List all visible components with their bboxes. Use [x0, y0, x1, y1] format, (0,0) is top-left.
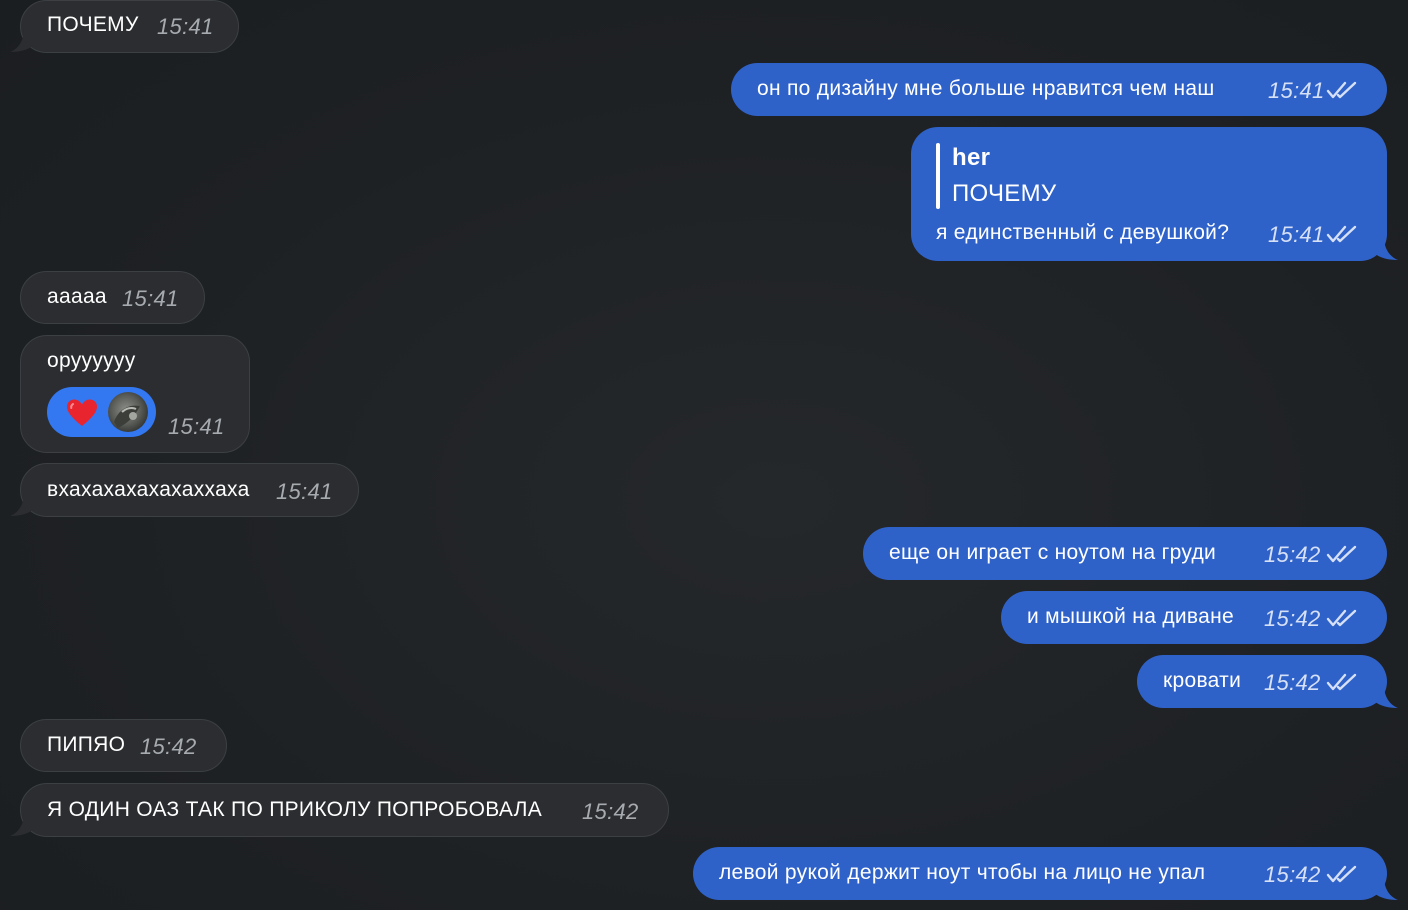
- message-time: 15:42: [140, 734, 197, 759]
- message-text: ааааа: [47, 285, 107, 308]
- message-outgoing[interactable]: он по дизайну мне больше нравится чем на…: [731, 63, 1387, 116]
- bubble-tail: [1374, 237, 1398, 260]
- message-time: 15:41: [276, 479, 333, 504]
- double-check-icon: [1326, 81, 1357, 99]
- reaction-pill[interactable]: [47, 387, 156, 437]
- message-incoming[interactable]: оруууууу 15:41: [20, 335, 250, 453]
- bubble-tail: [1374, 877, 1398, 900]
- message-text: он по дизайну мне больше нравится чем на…: [757, 77, 1215, 100]
- message-text: кровати: [1163, 669, 1242, 692]
- reply-author[interactable]: her: [952, 144, 990, 172]
- message-text: ПОЧЕМУ: [47, 13, 139, 36]
- message-outgoing[interactable]: кровати 15:42: [1137, 655, 1387, 708]
- message-time: 15:41: [168, 414, 225, 439]
- bubble-tail: [10, 493, 34, 516]
- heart-icon: [67, 399, 97, 426]
- message-incoming[interactable]: ааааа 15:41: [20, 271, 205, 324]
- bubble-tail: [1374, 685, 1398, 708]
- message-text: левой рукой держит ноут чтобы на лицо не…: [719, 861, 1206, 884]
- message-text: ПИПЯО: [47, 733, 126, 756]
- reply-text[interactable]: ПОЧЕМУ: [952, 180, 1056, 208]
- message-time: 15:41: [157, 14, 214, 39]
- message-text: я единственный с девушкой?: [936, 221, 1230, 244]
- message-time: 15:41: [1268, 222, 1325, 247]
- message-incoming[interactable]: ПОЧЕМУ 15:41: [20, 0, 239, 53]
- message-time: 15:42: [1264, 670, 1321, 695]
- double-check-icon: [1326, 673, 1357, 691]
- message-time: 15:42: [582, 799, 639, 824]
- message-time: 15:41: [1268, 78, 1325, 103]
- bubble-tail: [10, 813, 34, 836]
- double-check-icon: [1326, 609, 1357, 627]
- message-time: 15:42: [1264, 542, 1321, 567]
- message-text: вхахахахахахаххаха: [47, 478, 250, 501]
- chat-area: ПОЧЕМУ 15:41 он по дизайну мне больше нр…: [0, 0, 1408, 910]
- message-outgoing-reply[interactable]: her ПОЧЕМУ я единственный с девушкой? 15…: [911, 127, 1387, 261]
- message-time: 15:42: [1264, 862, 1321, 887]
- message-time: 15:42: [1264, 606, 1321, 631]
- message-text: оруууууу: [47, 349, 136, 372]
- avatar: [108, 392, 148, 432]
- message-time: 15:41: [122, 286, 179, 311]
- message-text: и мышкой на диване: [1027, 605, 1234, 628]
- message-outgoing[interactable]: и мышкой на диване 15:42: [1001, 591, 1387, 644]
- message-outgoing[interactable]: еще он играет с ноутом на груди 15:42: [863, 527, 1387, 580]
- message-incoming[interactable]: ПИПЯО 15:42: [20, 719, 227, 772]
- double-check-icon: [1326, 545, 1357, 563]
- message-outgoing[interactable]: левой рукой держит ноут чтобы на лицо не…: [693, 847, 1387, 900]
- bubble-tail: [10, 29, 34, 52]
- double-check-icon: [1326, 865, 1357, 883]
- message-incoming[interactable]: вхахахахахахаххаха 15:41: [20, 463, 359, 517]
- reply-quote-bar: [936, 143, 940, 209]
- double-check-icon: [1326, 225, 1357, 243]
- message-incoming[interactable]: Я ОДИН ОАЗ ТАК ПО ПРИКОЛУ ПОПРОБОВАЛА 15…: [20, 783, 669, 837]
- message-text: Я ОДИН ОАЗ ТАК ПО ПРИКОЛУ ПОПРОБОВАЛА: [47, 798, 543, 821]
- message-text: еще он играет с ноутом на груди: [889, 541, 1217, 564]
